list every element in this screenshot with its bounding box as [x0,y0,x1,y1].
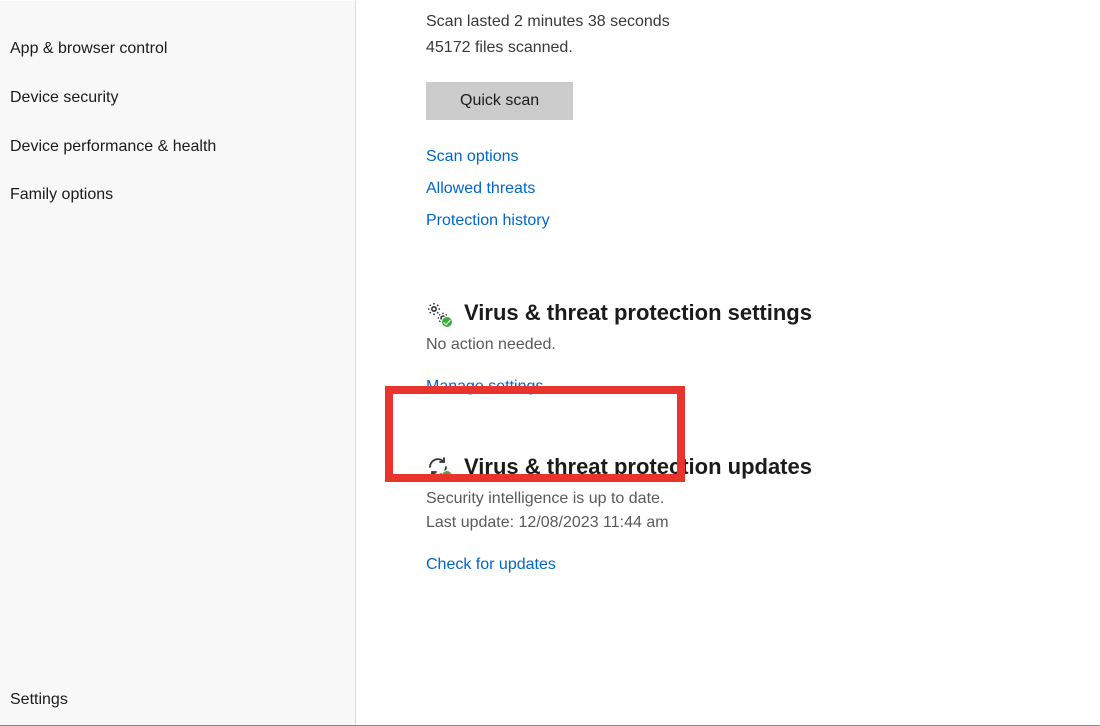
updates-last-update: Last update: 12/08/2023 11:44 am [426,514,1100,532]
sidebar: App & browser control Device security De… [0,1,356,725]
settings-gear-icon [426,301,450,325]
quick-scan-button[interactable]: Quick scan [426,82,573,120]
sidebar-items: App & browser control Device security De… [0,25,355,691]
settings-section-status: No action needed. [426,336,1100,354]
scan-files-text: 45172 files scanned. [426,35,1100,61]
sidebar-item-app-browser[interactable]: App & browser control [0,25,355,74]
sidebar-item-family-options[interactable]: Family options [0,171,355,220]
sidebar-item-device-performance[interactable]: Device performance & health [0,123,355,172]
updates-section-status: Security intelligence is up to date. [426,490,1100,508]
status-ok-badge-icon [441,316,453,328]
settings-section: Virus & threat protection settings No ac… [426,300,1100,396]
updates-links: Check for updates [426,556,1100,574]
protection-history-link[interactable]: Protection history [426,212,1100,230]
refresh-icon [426,455,450,479]
updates-section: Virus & threat protection updates Securi… [426,454,1100,574]
scan-options-link[interactable]: Scan options [426,148,1100,166]
settings-section-title: Virus & threat protection settings [464,300,812,326]
window: App & browser control Device security De… [0,0,1100,726]
sidebar-item-settings[interactable]: Settings [0,691,355,725]
scan-duration-text: Scan lasted 2 minutes 38 seconds [426,9,1100,35]
manage-settings-link[interactable]: Manage settings [426,378,1100,396]
settings-section-header: Virus & threat protection settings [426,300,1100,326]
sidebar-item-device-security[interactable]: Device security [0,74,355,123]
updates-section-header: Virus & threat protection updates [426,454,1100,480]
updates-section-title: Virus & threat protection updates [464,454,812,480]
main-content: Scan lasted 2 minutes 38 seconds 45172 f… [356,1,1100,725]
settings-links: Manage settings [426,378,1100,396]
status-ok-badge-icon [441,470,453,482]
scan-links: Scan options Allowed threats Protection … [426,148,1100,230]
check-for-updates-link[interactable]: Check for updates [426,556,1100,574]
allowed-threats-link[interactable]: Allowed threats [426,180,1100,198]
